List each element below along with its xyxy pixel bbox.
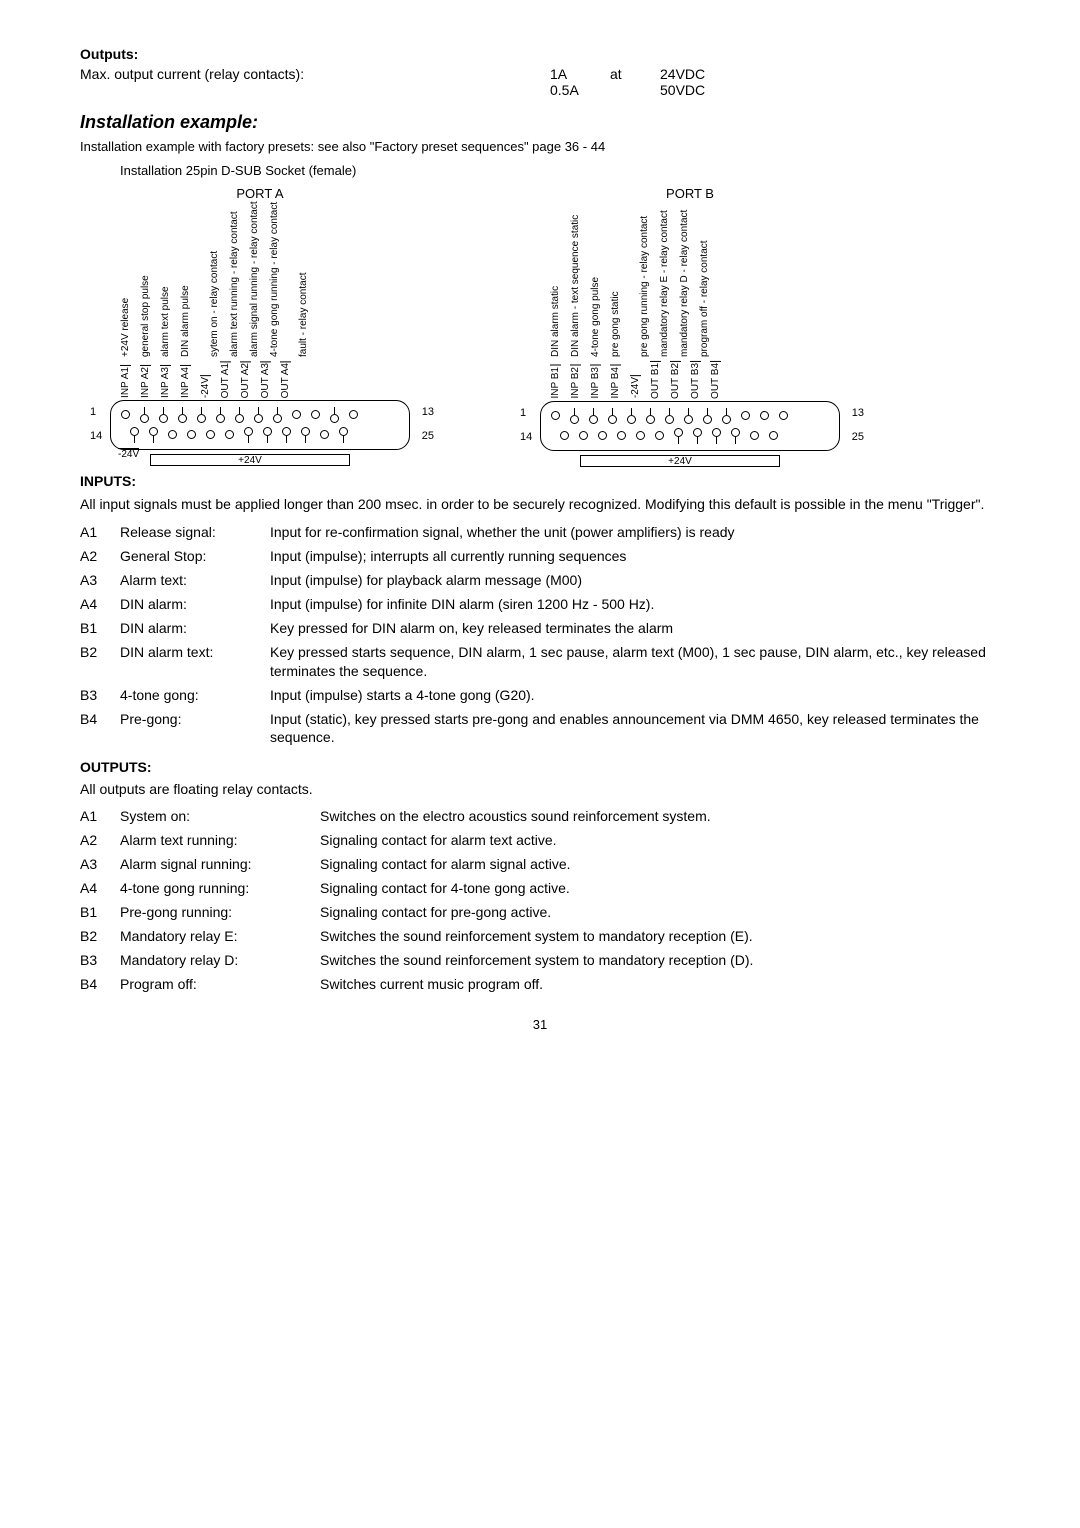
pin-14-label: 14 xyxy=(90,430,102,442)
page-number: 31 xyxy=(80,1017,1000,1032)
pin-tag: INP A4 xyxy=(180,365,191,398)
sig-label: fault - relay contact xyxy=(298,207,309,357)
busbar-24v: +24V xyxy=(150,454,350,466)
pin-tag: INP A1 xyxy=(120,365,131,398)
pin-tag: INP A2 xyxy=(140,365,151,398)
sig-label: general stop pulse xyxy=(140,207,151,357)
table-row: B2Mandatory relay E:Switches the sound r… xyxy=(80,927,1000,946)
pin-tag: OUT B4 xyxy=(710,361,721,399)
pin-tag: INP B3 xyxy=(590,365,601,399)
table-row: B1DIN alarm:Key pressed for DIN alarm on… xyxy=(80,619,1000,638)
dsub-socket xyxy=(540,401,840,451)
sig-label: sytem on - relay contact xyxy=(209,207,220,357)
neg24v-tag: -24V xyxy=(118,448,139,461)
sig-label: pre gong static xyxy=(610,207,621,357)
sig-label: program off - relay contact xyxy=(699,207,710,357)
sig-label: 4-tone gong running - relay contact xyxy=(269,207,280,357)
sig-label: DIN alarm pulse xyxy=(180,207,191,357)
table-row: B34-tone gong:Input (impulse) starts a 4… xyxy=(80,686,1000,705)
pin-25-label: 25 xyxy=(852,431,864,443)
outputs-table: A1System on:Switches on the electro acou… xyxy=(80,807,1000,993)
outputs-heading: Outputs: xyxy=(80,46,1000,62)
table-row: A2Alarm text running:Signaling contact f… xyxy=(80,831,1000,850)
spec-24v: 24VDC xyxy=(660,66,705,82)
pin-tag: OUT B2 xyxy=(670,361,681,399)
inputs-heading: INPUTS: xyxy=(80,473,1000,489)
pin-25-label: 25 xyxy=(422,430,434,442)
sig-label: +24V release xyxy=(120,207,131,357)
diagram-wrap: PORT A +24V release general stop pulse a… xyxy=(80,186,1000,467)
port-b-pin-tags: INP B1 INP B2 INP B3 INP B4 -24V OUT B1 … xyxy=(550,361,870,399)
pin-tag: OUT B1 xyxy=(650,361,661,399)
pin-tag: OUT A1 xyxy=(220,361,231,398)
pin-1-label: 1 xyxy=(90,406,96,418)
sig-label: DIN alarm - text sequence static xyxy=(570,207,581,357)
table-row: B4Pre-gong:Input (static), key pressed s… xyxy=(80,710,1000,748)
table-row: A3Alarm signal running:Signaling contact… xyxy=(80,855,1000,874)
pin-tag: OUT A2 xyxy=(240,361,251,398)
sig-label: pre gong running - relay contact xyxy=(639,207,650,357)
inputs-table: A1Release signal:Input for re-confirmati… xyxy=(80,523,1000,747)
port-a-pin-tags: INP A1 INP A2 INP A3 INP A4 -24V OUT A1 … xyxy=(120,361,440,398)
table-row: A44-tone gong running:Signaling contact … xyxy=(80,879,1000,898)
sig-label: mandatory relay E - relay contact xyxy=(659,207,670,357)
spec-1a: 1A xyxy=(550,66,600,82)
spec-50v: 50VDC xyxy=(660,82,705,98)
table-row: B1Pre-gong running:Signaling contact for… xyxy=(80,903,1000,922)
pin-tag: INP B2 xyxy=(570,365,581,399)
sig-label: alarm text running - relay contact xyxy=(229,207,240,357)
outputs-intro: All outputs are floating relay contacts. xyxy=(80,781,1000,797)
sig-label: 4-tone gong pulse xyxy=(590,207,601,357)
pin-tag: OUT B3 xyxy=(690,361,701,399)
sig-label: alarm signal running - relay contact xyxy=(249,207,260,357)
pin-tag: -24V xyxy=(630,375,641,398)
spec-blank xyxy=(610,82,650,98)
pin-tag: -24V xyxy=(200,375,211,398)
table-row: A1System on:Switches on the electro acou… xyxy=(80,807,1000,826)
pin-tag: INP B1 xyxy=(550,365,561,399)
spec-at: at xyxy=(610,66,650,82)
table-row: A1Release signal:Input for re-confirmati… xyxy=(80,523,1000,542)
pin-13-label: 13 xyxy=(852,407,864,419)
install-example-line: Installation example with factory preset… xyxy=(80,139,1000,155)
table-row: B3Mandatory relay D:Switches the sound r… xyxy=(80,951,1000,970)
pin-1-label: 1 xyxy=(520,407,526,419)
busbar-24v: +24V xyxy=(580,455,780,467)
pin-14-label: 14 xyxy=(520,431,532,443)
pin-tag: INP A3 xyxy=(160,365,171,398)
pin-tag: OUT A3 xyxy=(260,361,271,398)
dsub-socket xyxy=(110,400,410,450)
pin-13-label: 13 xyxy=(422,406,434,418)
pin-tag: INP B4 xyxy=(610,365,621,399)
port-a-diagram: PORT A +24V release general stop pulse a… xyxy=(80,186,440,467)
port-a-title: PORT A xyxy=(80,186,440,201)
sig-label: DIN alarm static xyxy=(550,207,561,357)
outputs2-heading: OUTPUTS: xyxy=(80,759,1000,775)
port-b-signal-labels: DIN alarm static DIN alarm - text sequen… xyxy=(550,207,870,357)
table-row: A4DIN alarm:Input (impulse) for infinite… xyxy=(80,595,1000,614)
port-b-diagram: PORT B DIN alarm static DIN alarm - text… xyxy=(510,186,870,467)
table-row: B2DIN alarm text:Key pressed starts sequ… xyxy=(80,643,1000,681)
table-row: A2General Stop:Input (impulse); interrup… xyxy=(80,547,1000,566)
port-a-signal-labels: +24V release general stop pulse alarm te… xyxy=(120,207,440,357)
port-b-title: PORT B xyxy=(510,186,870,201)
inputs-intro: All input signals must be applied longer… xyxy=(80,495,1000,514)
spec-05a: 0.5A xyxy=(550,82,600,98)
install-caption: Installation 25pin D-SUB Socket (female) xyxy=(120,163,1000,178)
pin-tag: OUT A4 xyxy=(280,361,291,398)
install-example-heading: Installation example: xyxy=(80,112,1000,133)
table-row: A3Alarm text:Input (impulse) for playbac… xyxy=(80,571,1000,590)
spec-label: Max. output current (relay contacts): xyxy=(80,66,550,98)
sig-label: mandatory relay D - relay contact xyxy=(679,207,690,357)
sig-label: alarm text pulse xyxy=(160,207,171,357)
table-row: B4Program off:Switches current music pro… xyxy=(80,975,1000,994)
